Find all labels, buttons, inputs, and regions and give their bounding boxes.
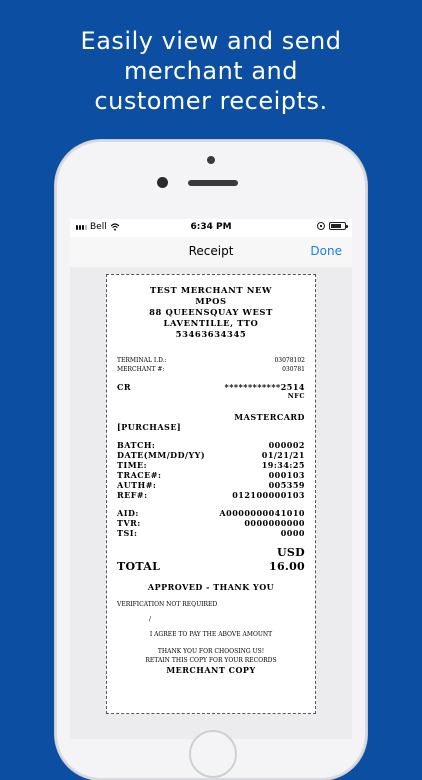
- merchant-line: MPOS: [195, 296, 227, 306]
- merchant-id-value: 030781: [282, 366, 305, 373]
- detail-row: TIME: 19:34:25: [107, 460, 315, 470]
- card-brand: MASTERCARD: [234, 412, 305, 422]
- headline-line-2: merchant and: [124, 57, 298, 85]
- detail-label: DATE(MM/DD/YY): [117, 450, 206, 460]
- detail-label: AUTH#:: [117, 480, 157, 490]
- terminal-row: TERMINAL I.D.: 03078102: [107, 356, 315, 365]
- status-right: [317, 222, 348, 230]
- emv-label: AID:: [117, 508, 139, 518]
- detail-label: BATCH:: [117, 440, 156, 450]
- currency: USD: [277, 546, 305, 559]
- verification-note: VERIFICATION NOT REQUIRED: [117, 601, 218, 608]
- emv-label: TVR:: [117, 518, 141, 528]
- headline-line-1: Easily view and send: [80, 27, 342, 55]
- total-row: TOTAL 16.00: [107, 560, 315, 574]
- status-bar: Bell 6:34 PM: [70, 219, 352, 237]
- emv-label: TSI:: [117, 528, 138, 538]
- rotation-lock-icon: [317, 222, 325, 230]
- terminal-label: TERMINAL I.D.:: [117, 357, 167, 364]
- detail-label: REF#:: [117, 490, 148, 500]
- front-camera: [157, 177, 168, 188]
- merchant-line: LAVENTILLE, TTO: [163, 318, 259, 328]
- merchant-line: TEST MERCHANT NEW: [150, 285, 272, 295]
- card-row: CR ************2514: [107, 382, 315, 392]
- retain-text: RETAIN THIS COPY FOR YOUR RECORDS: [145, 657, 277, 664]
- card-number: ************2514: [224, 382, 305, 392]
- copy-label: MERCHANT COPY: [166, 665, 256, 675]
- emv-value: 0000: [280, 528, 305, 538]
- phone-frame: Bell 6:34 PM Receipt Done TEST MERCHANT …: [55, 140, 367, 780]
- emv-value: 0000000000: [244, 518, 305, 528]
- detail-value: 000103: [268, 470, 305, 480]
- emv-row: TVR: 0000000000: [107, 518, 315, 528]
- phone-screen: Bell 6:34 PM Receipt Done TEST MERCHANT …: [70, 219, 352, 739]
- home-button[interactable]: [189, 730, 237, 778]
- headline: Easily view and send merchant and custom…: [0, 26, 422, 116]
- detail-value: 012100000103: [232, 490, 305, 500]
- merchant-header: TEST MERCHANT NEW MPOS 88 QUEENSQUAY WES…: [107, 285, 315, 340]
- detail-row: TRACE#: 000103: [107, 470, 315, 480]
- headline-line-3: customer receipts.: [94, 87, 328, 115]
- speaker-grille: [188, 180, 238, 186]
- detail-row: DATE(MM/DD/YY) 01/21/21: [107, 450, 315, 460]
- transaction-type: [PURCHASE]: [117, 422, 182, 432]
- signature-mark: /: [149, 616, 152, 623]
- emv-row: AID: A0000000041010: [107, 508, 315, 518]
- card-type: CR: [117, 382, 132, 392]
- detail-value: 000002: [268, 440, 305, 450]
- detail-label: TRACE#:: [117, 470, 162, 480]
- detail-value: 005359: [268, 480, 305, 490]
- detail-value: 01/21/21: [261, 450, 305, 460]
- total-label: TOTAL: [117, 560, 161, 573]
- detail-row: BATCH: 000002: [107, 440, 315, 450]
- total-value: 16.00: [269, 560, 305, 573]
- thanks-text: THANK YOU FOR CHOOSING US!: [157, 648, 265, 655]
- merchant-line: 53463634345: [175, 329, 247, 339]
- merchant-line: 88 QUEENSQUAY WEST: [149, 307, 273, 317]
- earpiece: [207, 156, 215, 164]
- done-button[interactable]: Done: [310, 244, 342, 258]
- receipt: TEST MERCHANT NEW MPOS 88 QUEENSQUAY WES…: [106, 274, 316, 714]
- agree-text: I AGREE TO PAY THE ABOVE AMOUNT: [149, 631, 273, 638]
- merchant-id-label: MERCHANT #:: [117, 366, 165, 373]
- detail-row: REF#: 012100000103: [107, 490, 315, 500]
- navigation-bar: Receipt Done: [70, 237, 352, 267]
- detail-value: 19:34:25: [261, 460, 305, 470]
- entry-mode: NFC: [287, 392, 305, 400]
- battery-icon: [329, 222, 348, 230]
- detail-label: TIME:: [117, 460, 148, 470]
- approval-message: APPROVED - THANK YOU: [147, 582, 275, 592]
- detail-row: AUTH#: 005359: [107, 480, 315, 490]
- terminal-value: 03078102: [274, 357, 305, 364]
- status-time: 6:34 PM: [190, 222, 232, 232]
- emv-row: TSI: 0000: [107, 528, 315, 538]
- merchant-id-row: MERCHANT #: 030781: [107, 365, 315, 374]
- emv-value: A0000000041010: [219, 508, 305, 518]
